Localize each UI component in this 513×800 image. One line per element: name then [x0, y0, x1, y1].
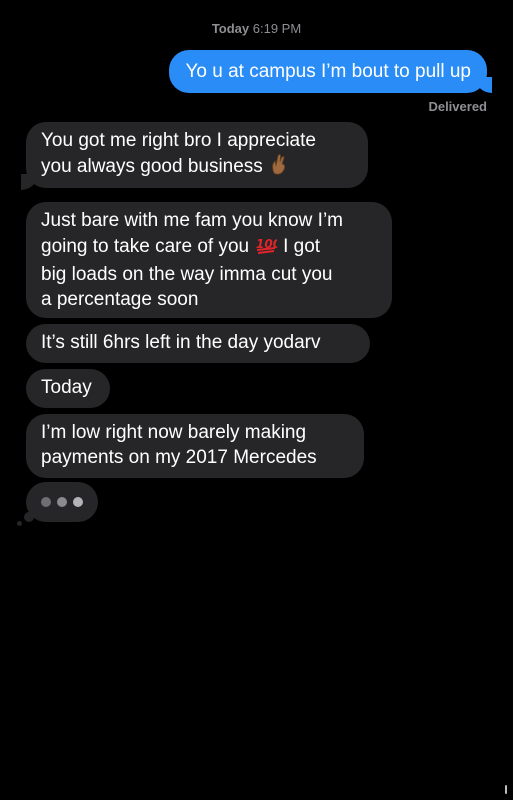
outgoing-message-text: Yo u at campus I’m bout to pull up: [185, 61, 471, 82]
timestamp-time: 6:19 PM: [252, 21, 302, 36]
incoming-bubble-tail: [11, 174, 37, 190]
message-line-with-emoji: you always good business: [41, 153, 353, 182]
message-timestamp: Today 6:19 PM: [0, 21, 513, 36]
message-line-suffix: I got: [283, 236, 321, 257]
incoming-message[interactable]: I’m low right now barely making payments…: [26, 414, 364, 478]
typing-dot: [73, 497, 83, 507]
message-line: big loads on the way imma cut you: [41, 264, 333, 285]
outgoing-bubble-tail: [476, 77, 502, 93]
typing-indicator-tail: [17, 521, 22, 526]
message-line-with-emoji: going to take care of you 100 I got: [41, 233, 377, 262]
message-line: You got me right bro I appreciate: [41, 130, 316, 151]
typing-dot: [57, 497, 67, 507]
crossed-fingers-icon: [269, 153, 289, 182]
hundred-points-icon: 100: [255, 233, 281, 262]
incoming-message[interactable]: Today: [26, 369, 110, 408]
message-line: Today: [41, 377, 92, 398]
message-line: It’s still 6hrs left in the day yodarv: [41, 332, 321, 353]
scroll-indicator: [505, 785, 507, 794]
typing-indicator: [26, 482, 98, 522]
message-line: I’m low right now barely making: [41, 422, 307, 443]
message-line: going to take care of you: [41, 236, 250, 257]
outgoing-message[interactable]: Yo u at campus I’m bout to pull up: [169, 50, 487, 93]
message-line: payments on my 2017 Mercedes: [41, 447, 317, 468]
typing-indicator-tail: [24, 512, 34, 522]
message-line: Just bare with me fam you know I’m: [41, 210, 343, 231]
incoming-message[interactable]: Just bare with me fam you know I’m going…: [26, 202, 392, 318]
message-line: a percentage soon: [41, 289, 199, 310]
incoming-message[interactable]: It’s still 6hrs left in the day yodarv: [26, 324, 370, 363]
incoming-message[interactable]: You got me right bro I appreciate you al…: [26, 122, 368, 188]
message-line: you always good business: [41, 156, 263, 177]
delivery-status: Delivered: [428, 99, 487, 114]
timestamp-day: Today: [211, 21, 250, 36]
typing-dot: [41, 497, 51, 507]
